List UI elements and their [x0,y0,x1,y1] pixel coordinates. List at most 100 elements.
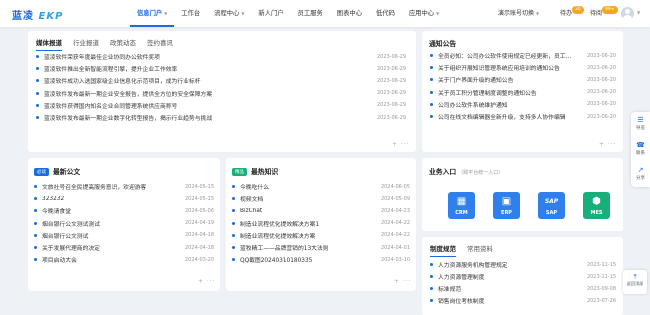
nav-item-1[interactable]: 工作台 [174,0,207,27]
nav-item-6[interactable]: 低代码 [369,0,402,27]
nav-item-label: 新人门户 [258,10,284,17]
tab-1[interactable]: 行业报道 [73,37,99,51]
brand-logo[interactable]: 蓝凌 EKP [12,7,63,22]
chevron-down-icon: ▼ [241,11,245,16]
tab-1[interactable]: 常用资料 [467,243,493,257]
nav-item-5[interactable]: 图表中心 [330,0,369,27]
more-ellipsis-icon[interactable]: + ··· [198,278,216,285]
list-item-date: 2024-04-22 [380,232,410,239]
share-button[interactable]: ↗ 分享 [631,162,650,187]
guide-button[interactable]: ☰ 导览 [631,112,650,137]
bullet-icon [430,66,433,70]
list-item[interactable]: QQ截图20240310180335 2024-03-10 [232,254,410,265]
list-item[interactable]: 蓝牧精工——品牌营销的13大法则 2024-04-01 [232,242,410,253]
tab-2[interactable]: 政策动态 [110,37,136,51]
bullet-icon [232,221,235,225]
list-item[interactable]: 制造业流程优化提效解决方案1 2024-04-22 [232,218,410,229]
nav-item-label: 员工服务 [297,10,323,17]
sidebar-button-label: 分享 [636,176,645,181]
toread-link[interactable]: 待阅99+ [590,0,618,27]
list-item[interactable]: 今晚吃什么 2024-06-05 [232,181,410,192]
list-item-date: 2023-06-29 [376,77,406,84]
list-item[interactable]: 公司在线文档编辑器全新升级，支持多人协作编辑 2023-06-20 [430,111,616,122]
avatar-chevron-icon[interactable]: ▼ [637,10,640,15]
biz-entry-erp[interactable]: ▣ ERP [493,192,520,219]
bullet-icon [36,103,39,107]
phone-icon: ☎ [636,141,645,149]
list-item-title: 人力资源服务机构管理规定 [438,263,508,269]
list-item[interactable]: 人力资源管理制度 2023-11-15 [430,271,616,282]
list-item-date: 2024-04-18 [184,232,214,239]
list-item-date: 2023-06-20 [586,113,616,120]
more-ellipsis-icon[interactable]: + ··· [394,278,412,285]
list-item[interactable]: 蓝凌软件荣获年度最佳企业协同办公软件奖项 2023-06-29 [36,51,406,62]
list-item[interactable]: 蓝凌软件发布最新一期企业数字化转型报告，揭示行业趋势与挑战 2023-06-29 [36,112,406,123]
tab-0[interactable]: 制度规范 [430,243,456,257]
list-item[interactable]: 项目启动大会 2024-03-20 [34,254,214,265]
main-nav: 信息门户 ▼ 工作台 流程中心 ▼ 新人门户 员工服务 图表中心 低代码 应用中心 ▼ [130,0,446,27]
biz-entry-mes[interactable]: ⬢ MES [583,192,610,219]
user-avatar[interactable] [621,7,634,20]
list-item-title: 关于门户界面升级的通知公告 [438,78,514,85]
biz-entry-label: SAP [545,210,558,216]
list-item[interactable]: 标准规范 2023-09-08 [430,283,616,294]
list-item[interactable]: 蓝凌软件发布最新一期企业安全报告，提供全方位的安全保障方案 2023-06-29 [36,88,406,99]
list-item-title: 蓝牧精工——品牌营销的13大法则 [240,246,329,252]
account-switch[interactable]: 演示账号切换 ▼ [498,0,539,27]
hot-knowledge-card: 精品 最热知识 今晚吃什么 2024-06-05 视频文档 2024-05-09 BizC… [226,158,416,291]
list-item-title: 今晚请食堂 [42,209,71,216]
more-ellipsis-icon[interactable]: + ··· [599,141,617,148]
bullet-icon [34,233,37,237]
menu-icon: ☰ [637,116,644,124]
more-ellipsis-icon[interactable]: + ··· [392,141,410,148]
list-item-title: 关于发展代理商的决定 [42,246,100,252]
nav-item-2[interactable]: 流程中心 ▼ [207,0,251,27]
list-item[interactable]: 关于发展代理商的决定 2024-04-18 [34,242,214,253]
list-item[interactable]: 蓝凌软件推出全新智能流程引擎，提升企业工作效率 2023-06-29 [36,63,406,74]
nav-item-3[interactable]: 新人门户 [251,0,290,27]
tab-0[interactable]: 媒体报道 [36,37,62,51]
bullet-icon [232,246,235,249]
bullet-icon [36,55,39,58]
biz-entry-sap[interactable]: SAP SAP [538,192,565,219]
list-item-title: 销售岗位考核制度 [438,299,485,305]
nav-item-0[interactable]: 信息门户 ▼ [130,0,175,27]
list-item-date: 2024-04-18 [184,244,214,251]
top-nav-bar: 蓝凌 EKP 信息门户 ▼ 工作台 流程中心 ▼ 新人门户 员工服务 图表中心 低代码 应用中心 ▼… [0,0,650,27]
list-item[interactable]: 制造业流程优化提效解决方案 2024-04-22 [232,230,410,241]
bullet-icon [34,221,37,225]
tab-3[interactable]: 签约喜讯 [147,37,173,51]
list-item[interactable]: 销售岗位考核制度 2023-07-26 [430,295,616,306]
todo-link[interactable]: 待办20 [560,0,584,27]
list-item[interactable]: 人力资源服务机构管理规定 2023-11-15 [430,259,616,270]
back-to-top-button[interactable]: ⤒ 返回顶部 [623,270,647,294]
list-item[interactable]: BizChat 2024-04-23 [232,205,410,216]
list-item[interactable]: 关于组织开展知识管理系统应用培训的通知公告 2023-06-20 [430,62,616,73]
list-item[interactable]: 323232 2024-05-15 [34,193,214,204]
list-item[interactable]: 烟台银行公文测试测试 2024-04-19 [34,218,214,229]
list-item[interactable]: 文旅社号召全民提高服务意识，欢迎游客 2024-05-15 [34,181,214,192]
notice-title: 通知公告 [429,40,457,48]
list-item[interactable]: 今晚请食堂 2024-05-06 [34,205,214,216]
contact-button[interactable]: ☎ 联系 [631,137,650,162]
list-item-title: 视频文档 [240,197,264,204]
list-item[interactable]: 视频文档 2024-05-09 [232,193,410,204]
knowledge-title: 精品 最热知识 [232,166,278,176]
bullet-icon [36,79,39,83]
list-item[interactable]: 关于门户界面升级的通知公告 2023-06-20 [430,74,616,85]
list-item[interactable]: 蓝凌软件获得国内知名企业合同管理系统供应商称号 2023-06-29 [36,100,406,111]
bullet-icon [232,209,235,213]
list-item[interactable]: 全员必知：公司办公软件使用规定已经更新，员工… 2023-06-20 [430,50,616,61]
list-item[interactable]: 蓝凌软件成功入选国家级企业信息化示范项目，成为行业标杆 2023-06-29 [36,75,406,86]
list-item-date: 2023-06-20 [586,64,616,71]
nav-item-4[interactable]: 员工服务 [291,0,330,27]
list-item-title: 蓝凌软件荣获年度最佳企业协同办公软件奖项 [44,55,160,61]
nav-item-7[interactable]: 应用中心 ▼ [402,0,446,27]
list-item[interactable]: 公司办公软件系统维护通知 2023-06-20 [430,99,616,110]
list-item-date: 2023-06-29 [376,102,406,109]
knowledge-tag: 精品 [232,168,247,176]
list-item[interactable]: 关于员工积分管理制度调整的通知公告 2023-06-20 [430,87,616,98]
list-item[interactable]: 烟台银行公文测试 2024-04-18 [34,230,214,241]
nav-item-label: 工作台 [181,10,201,17]
biz-entry-crm[interactable]: ▦ CRM [448,192,475,219]
